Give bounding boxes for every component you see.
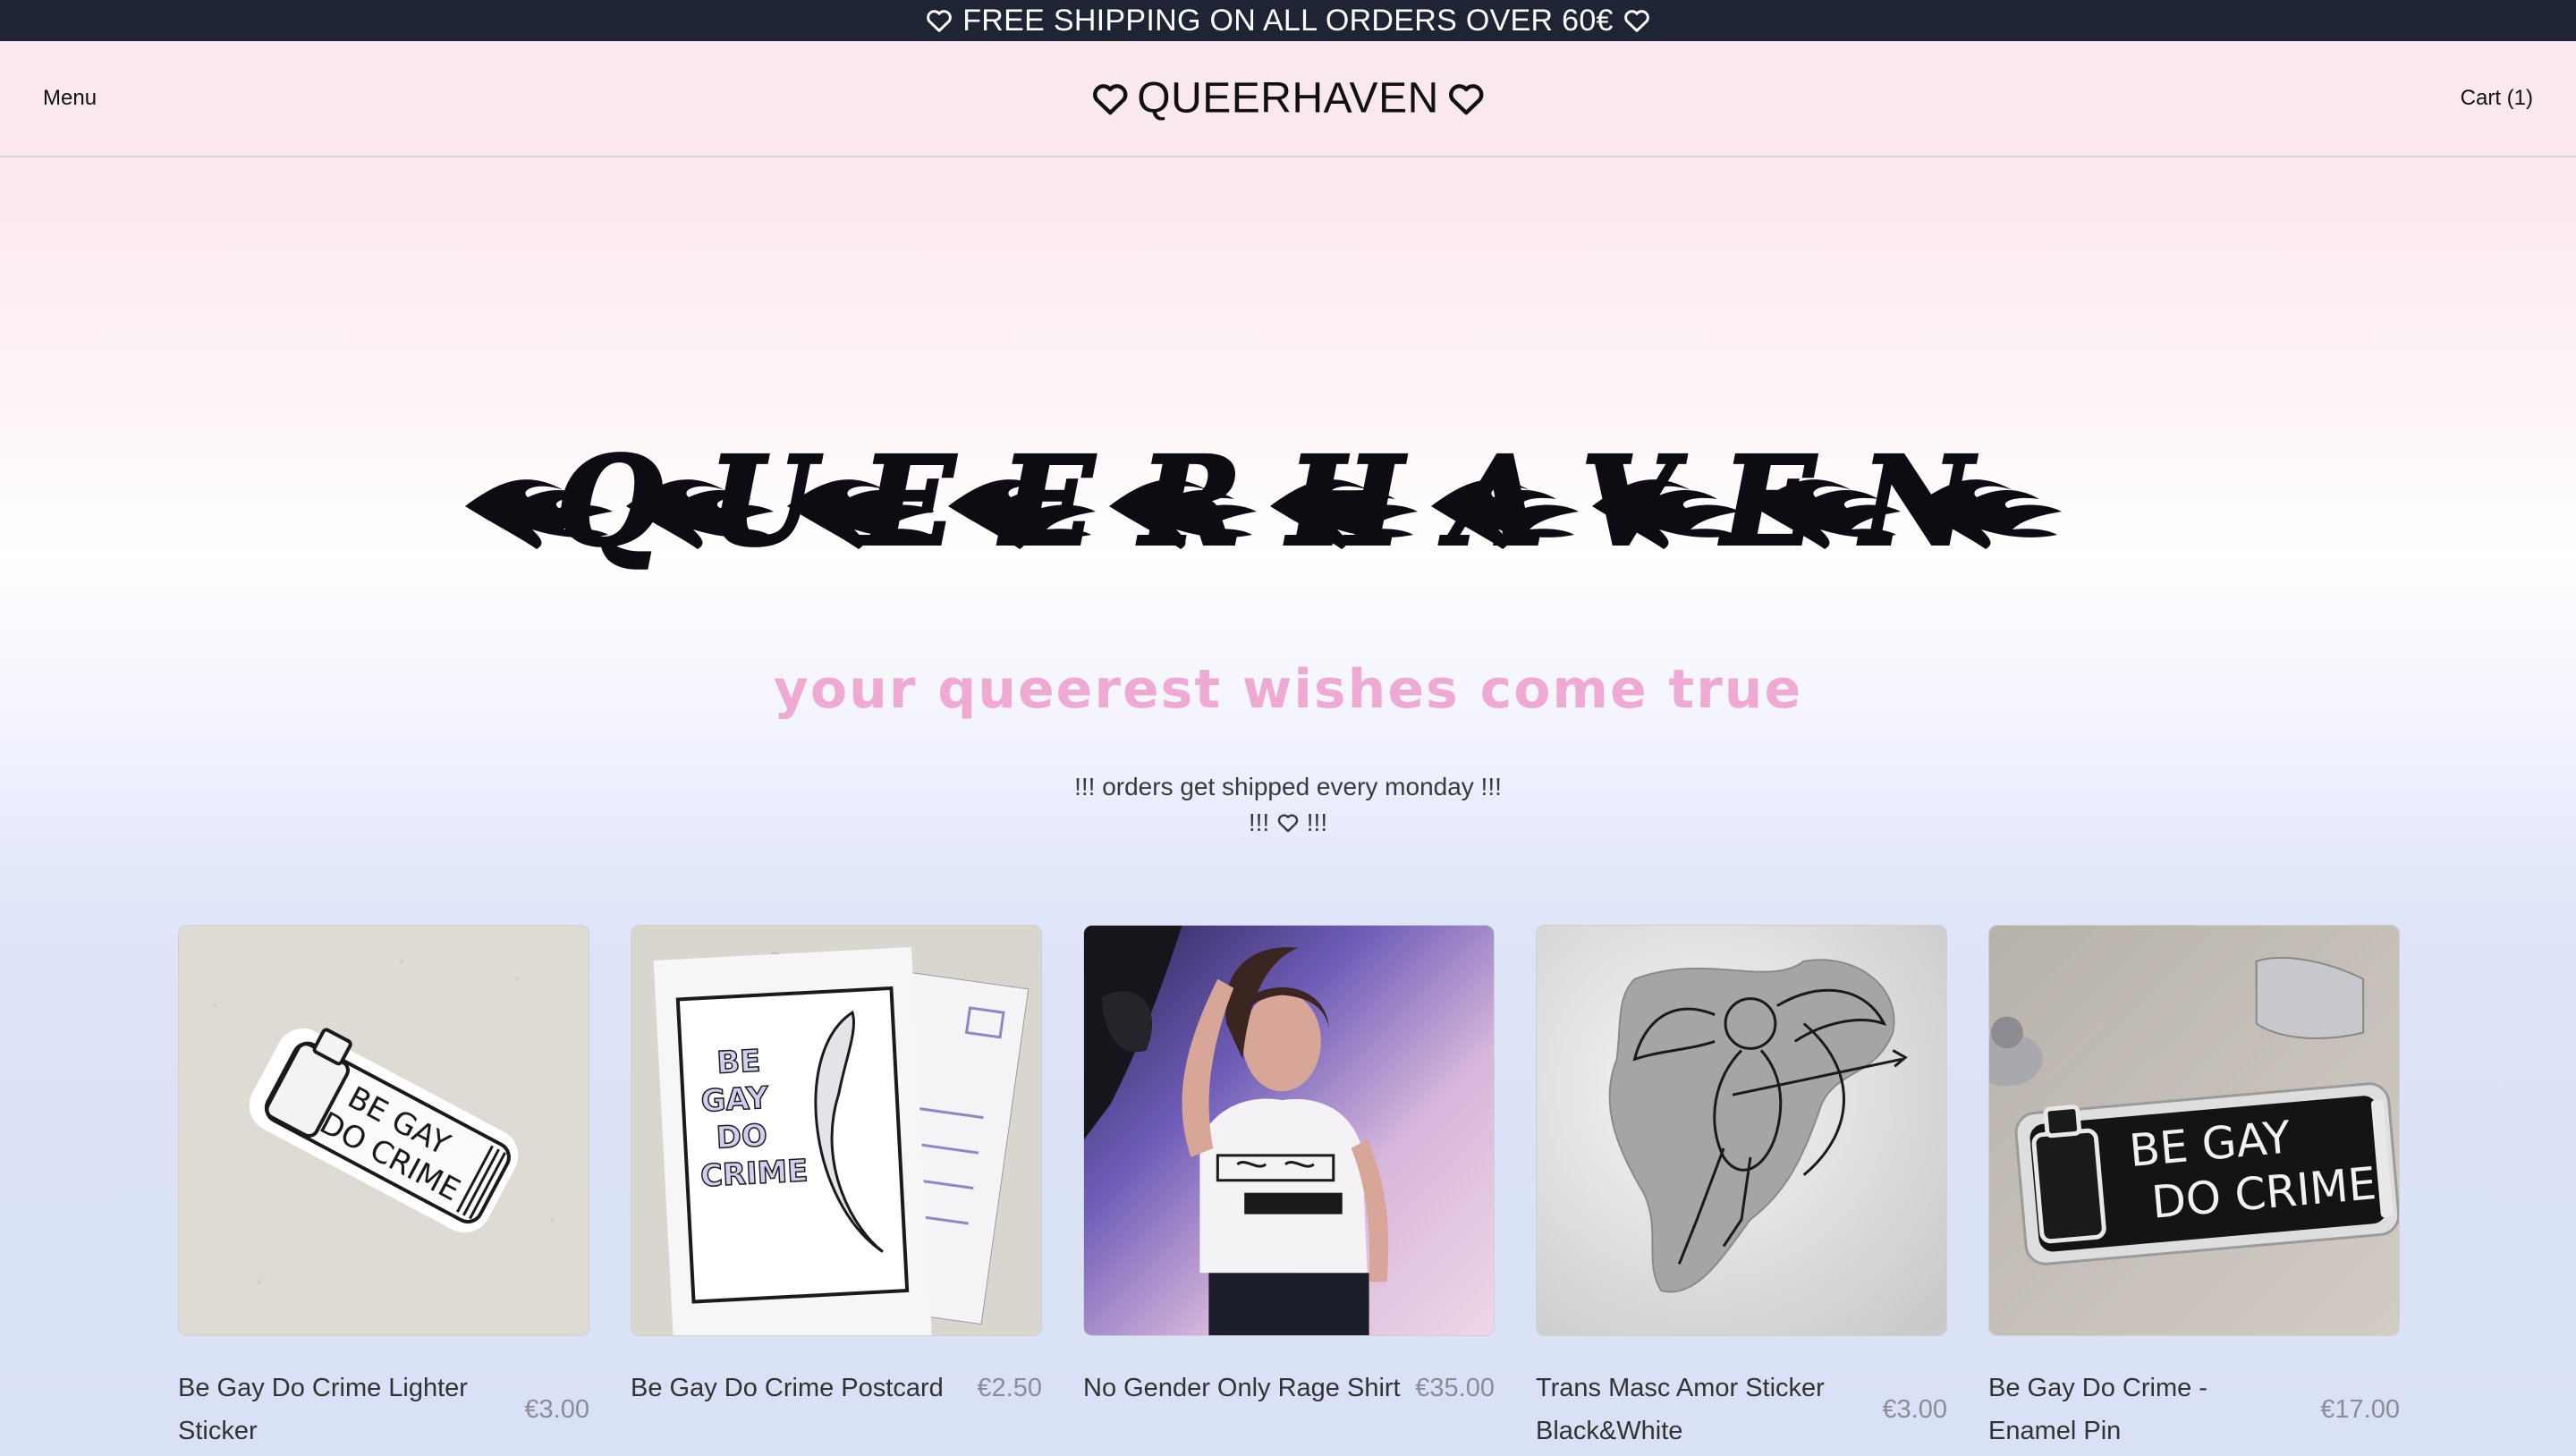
shipping-notice-line: !!! orders get shipped every monday !!! [1074, 773, 1502, 800]
product-card[interactable]: BE GAY DO CRIME Be Gay Do Crime - Enamel… [1988, 925, 2400, 1452]
product-name[interactable]: Be Gay Do Crime - Enamel Pin [1988, 1367, 2292, 1452]
svg-text:BE: BE [716, 1043, 761, 1080]
heart-icon [925, 6, 953, 35]
product-name[interactable]: Be Gay Do Crime Lighter Sticker [178, 1367, 482, 1452]
site-logo[interactable]: QUEERHAVEN [1083, 74, 1493, 123]
hero-flame-title: QUEERHAVEN [0, 436, 2576, 571]
menu-button[interactable]: Menu [43, 86, 97, 111]
notice-exclaim: !!! [1306, 808, 1328, 836]
heart-icon [1623, 6, 1651, 35]
shipping-notice: !!! orders get shipped every monday !!! … [0, 769, 2576, 841]
product-image[interactable]: BE GAY DO CRIME [631, 925, 1042, 1336]
svg-text:DO: DO [716, 1118, 768, 1155]
product-image[interactable]: BE GAY DO CRIME [178, 925, 589, 1336]
announcement-bar: FREE SHIPPING ON ALL ORDERS OVER 60€ [0, 0, 2576, 41]
cart-button[interactable]: Cart (1) [2461, 86, 2533, 111]
product-name[interactable]: No Gender Only Rage Shirt [1083, 1367, 1401, 1409]
svg-text:GAY: GAY [700, 1080, 770, 1119]
logo-text: QUEERHAVEN [1137, 74, 1439, 123]
hero-title-text: QUEERHAVEN [556, 436, 2019, 571]
product-grid: BE GAY DO CRIME Be Gay Do Crime Lighter … [178, 925, 2400, 1452]
product-price: €2.50 [977, 1374, 1042, 1402]
hero-section: QUEERHAVEN your queerest wishes come tru… [0, 157, 2576, 923]
product-card[interactable]: BE GAY DO CRIME Be Gay Do Crime Lighter … [178, 925, 589, 1452]
shipping-notice-line: !!! !!! [0, 805, 2576, 841]
product-image[interactable]: BE GAY DO CRIME [1988, 925, 2400, 1336]
product-card[interactable]: BE GAY DO CRIME Be Gay Do Crime Postcard… [631, 925, 1042, 1452]
product-price: €3.00 [1882, 1395, 1947, 1424]
heart-icon [1446, 79, 1486, 118]
product-price: €17.00 [2320, 1395, 2400, 1424]
product-name[interactable]: Trans Masc Amor Sticker Black&White [1536, 1367, 1840, 1452]
product-image[interactable] [1083, 925, 1495, 1336]
product-name[interactable]: Be Gay Do Crime Postcard [631, 1367, 944, 1409]
product-price: €35.00 [1415, 1374, 1495, 1402]
product-card[interactable]: No Gender Only Rage Shirt €35.00 [1083, 925, 1495, 1452]
hero-tagline: your queerest wishes come true [773, 658, 1803, 721]
product-price: €3.00 [524, 1395, 589, 1424]
notice-exclaim: !!! [1248, 808, 1270, 836]
announcement-text: FREE SHIPPING ON ALL ORDERS OVER 60€ [962, 3, 1614, 38]
heart-icon [1090, 79, 1130, 118]
product-image[interactable] [1536, 925, 1947, 1336]
svg-text:CRIME: CRIME [699, 1153, 809, 1193]
site-header: Menu QUEERHAVEN Cart (1) [0, 41, 2576, 157]
heart-icon [1276, 808, 1300, 833]
product-card[interactable]: Trans Masc Amor Sticker Black&White €3.0… [1536, 925, 1947, 1452]
